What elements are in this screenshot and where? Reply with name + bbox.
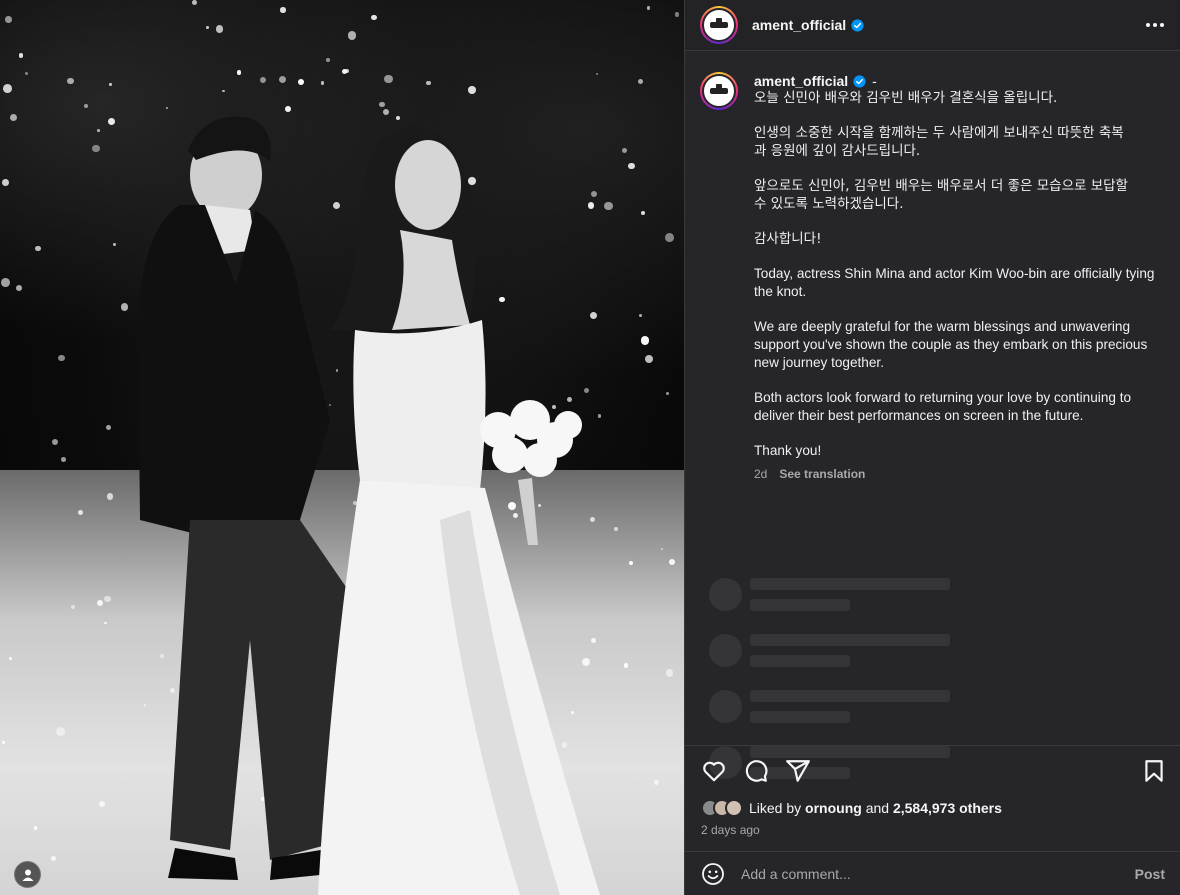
heart-icon[interactable] <box>701 758 727 784</box>
comment-skeleton <box>709 622 1164 678</box>
caption-en-line-3: Thank you! <box>754 443 822 458</box>
comment-icon[interactable] <box>743 758 769 784</box>
liked-by-user[interactable]: ornoung <box>805 800 862 816</box>
caption-username[interactable]: ament_official <box>754 73 848 89</box>
caption-en-line-1: We are deeply grateful for the warm bles… <box>754 319 1148 370</box>
comment-input[interactable] <box>741 865 1135 882</box>
comment-skeleton <box>709 678 1164 734</box>
action-bar: Liked by ornoung and 2,584,973 others 2 … <box>685 745 1180 837</box>
groom-figure <box>138 116 355 880</box>
ament-logo <box>710 18 728 28</box>
post-photo[interactable] <box>0 0 684 895</box>
verified-badge-icon <box>851 18 864 32</box>
post-side-panel: ament_official ament_official - 오늘 신민아 배… <box>684 0 1180 895</box>
caption-author-avatar[interactable] <box>700 72 738 110</box>
bride-figure <box>318 125 600 895</box>
post-viewer: ament_official ament_official - 오늘 신민아 배… <box>0 0 1180 895</box>
caption-ko-line-0: 오늘 신민아 배우와 김우빈 배우가 결혼식을 올립니다. <box>754 90 1058 106</box>
photo-couple <box>138 116 600 895</box>
verified-badge-icon <box>853 74 866 88</box>
tagged-user-icon[interactable] <box>14 861 41 888</box>
liker-avatar <box>725 799 743 817</box>
caption-section: ament_official - 오늘 신민아 배우와 김우빈 배우가 결혼식을… <box>685 51 1180 551</box>
more-options-icon[interactable] <box>1146 17 1164 33</box>
bouquet <box>480 400 582 545</box>
comment-bar: Post <box>685 851 1180 895</box>
post-header: ament_official <box>685 0 1180 51</box>
liker-avatars <box>701 799 743 817</box>
caption-ko-line-3: 감사합니다! <box>754 231 822 247</box>
likes-and: and <box>865 800 890 816</box>
see-translation-link[interactable]: See translation <box>779 467 865 481</box>
likes-count[interactable]: 2,584,973 others <box>893 800 1002 816</box>
caption-dash: - <box>872 73 877 89</box>
bookmark-icon[interactable] <box>1141 758 1167 784</box>
caption-en-line-2: Both actors look forward to returning yo… <box>754 390 1132 423</box>
caption-en-line-0: Today, actress Shin Mina and actor Kim W… <box>754 266 1155 299</box>
comment-skeleton <box>709 566 1164 622</box>
likes-summary[interactable]: Liked by ornoung and 2,584,973 others <box>701 799 1167 817</box>
post-comment-button[interactable]: Post <box>1135 866 1165 882</box>
ament-logo <box>710 84 728 94</box>
likes-prefix: Liked by <box>749 800 802 816</box>
author-avatar[interactable] <box>700 6 738 44</box>
emoji-icon[interactable] <box>701 862 725 886</box>
caption-ko-line-2: 앞으로도 신민아, 김우빈 배우는 배우로서 더 좋은 모습으로 보답할 수 있… <box>754 178 1128 212</box>
author-username[interactable]: ament_official <box>752 17 846 33</box>
share-icon[interactable] <box>785 758 811 784</box>
posted-ago: 2 days ago <box>701 823 760 837</box>
user-profile-icon <box>22 869 33 881</box>
post-age-short: 2d <box>754 467 768 481</box>
caption-ko-line-1: 인생의 소중한 시작을 함께하는 두 사람에게 보내주신 따뜻한 축복 과 응원… <box>754 125 1124 159</box>
caption-body: ament_official - 오늘 신민아 배우와 김우빈 배우가 결혼식을… <box>754 73 1164 481</box>
